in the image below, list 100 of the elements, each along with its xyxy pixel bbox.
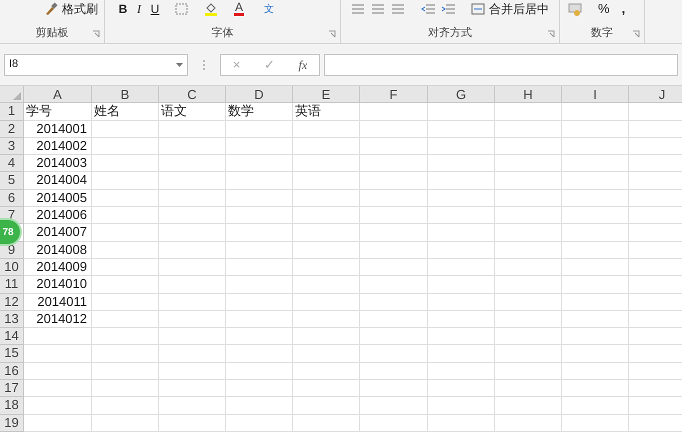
empty-cell — [562, 207, 629, 224]
column-header[interactable]: J — [629, 86, 682, 104]
merge-center-button[interactable]: 合并后居中 — [471, 0, 549, 18]
empty-cell — [495, 172, 562, 190]
empty-cell — [562, 242, 629, 259]
table-cell: 2014001 — [24, 120, 92, 138]
empty-cell — [360, 276, 428, 294]
row-header[interactable]: 2 — [0, 120, 24, 138]
empty-cell — [293, 380, 360, 398]
row-header[interactable]: 15 — [0, 345, 24, 363]
empty-cell — [159, 155, 226, 172]
row-header[interactable]: 19 — [0, 414, 24, 432]
empty-cell — [562, 276, 629, 294]
font-color-button[interactable]: A — [234, 2, 244, 16]
empty-cell — [159, 172, 226, 190]
empty-cell — [293, 120, 360, 138]
align-icon — [351, 3, 365, 15]
row-header[interactable]: 1 — [0, 103, 24, 121]
empty-cell — [360, 362, 428, 380]
empty-cell — [360, 224, 428, 242]
currency-icon — [568, 2, 582, 16]
column-header[interactable]: B — [92, 86, 159, 104]
column-header[interactable]: D — [226, 86, 293, 104]
table-cell: 2014003 — [24, 155, 92, 172]
row-header[interactable]: 4 — [0, 155, 24, 172]
row-header[interactable]: 10 — [0, 258, 24, 276]
empty-cell — [92, 207, 159, 224]
empty-cell — [293, 345, 360, 363]
empty-cell — [495, 103, 562, 121]
empty-cell — [226, 258, 293, 276]
row-header[interactable]: 5 — [0, 172, 24, 190]
phonetic-button[interactable]: 文 — [264, 2, 274, 16]
row-header[interactable]: 3 — [0, 138, 24, 156]
row-header[interactable]: 18 — [0, 397, 24, 415]
empty-cell — [428, 380, 495, 398]
empty-cell — [159, 310, 226, 328]
row-header[interactable]: 14 — [0, 328, 24, 346]
number-format-button[interactable] — [568, 2, 582, 16]
empty-cell — [495, 242, 562, 259]
percent-button[interactable]: % — [598, 0, 610, 19]
empty-cell — [92, 172, 159, 190]
row-header[interactable]: 13 — [0, 310, 24, 328]
comma-button[interactable]: , — [622, 0, 626, 19]
empty-cell — [293, 207, 360, 224]
empty-cell — [562, 414, 629, 432]
row-header[interactable]: 16 — [0, 362, 24, 380]
empty-cell — [226, 414, 293, 432]
cell-reference: I8 — [9, 57, 18, 72]
empty-cell — [226, 207, 293, 224]
column-header[interactable]: H — [495, 86, 562, 104]
empty-cell — [428, 120, 495, 138]
insert-function-button[interactable]: fx — [298, 56, 308, 74]
empty-cell — [428, 397, 495, 415]
column-header[interactable]: E — [293, 86, 360, 104]
underline-button[interactable]: U — [147, 0, 163, 18]
empty-cell — [159, 328, 226, 346]
empty-cell — [293, 190, 360, 208]
bold-button[interactable]: B — [115, 0, 131, 18]
fill-color-button[interactable] — [204, 2, 218, 16]
empty-cell — [360, 103, 428, 121]
empty-cell — [226, 190, 293, 208]
empty-cell — [226, 242, 293, 259]
empty-cell — [226, 345, 293, 363]
column-header[interactable]: A — [24, 86, 92, 104]
empty-cell — [360, 414, 428, 432]
empty-cell — [293, 310, 360, 328]
table-cell: 2014008 — [24, 242, 92, 259]
empty-cell — [226, 276, 293, 294]
row-header[interactable]: 12 — [0, 294, 24, 311]
row-header[interactable]: 6 — [0, 190, 24, 208]
italic-button[interactable]: I — [131, 0, 147, 18]
empty-cell — [293, 172, 360, 190]
merge-cells-icon — [471, 3, 485, 15]
column-header[interactable]: F — [360, 86, 428, 104]
empty-cell — [428, 310, 495, 328]
empty-cell — [428, 138, 495, 156]
table-cell: 2014007 — [24, 224, 92, 242]
column-header[interactable]: G — [428, 86, 495, 104]
empty-cell — [495, 328, 562, 346]
row-header[interactable]: 17 — [0, 380, 24, 398]
empty-cell — [293, 155, 360, 172]
dropdown-icon — [176, 62, 183, 66]
column-header[interactable]: I — [562, 86, 629, 104]
table-cell: 数学 — [226, 103, 293, 121]
empty-cell — [495, 190, 562, 208]
border-button[interactable] — [175, 3, 188, 15]
empty-cell — [428, 172, 495, 190]
format-painter-button[interactable]: 格式刷 — [44, 0, 98, 18]
empty-cell — [562, 120, 629, 138]
column-header[interactable]: C — [159, 86, 226, 104]
empty-cell — [159, 276, 226, 294]
empty-cell — [92, 414, 159, 432]
table-cell: 2014011 — [24, 294, 92, 311]
name-box[interactable]: I8 — [4, 54, 188, 76]
dialog-launcher-icon — [328, 30, 336, 38]
table-cell: 2014010 — [24, 276, 92, 294]
row-header[interactable]: 11 — [0, 276, 24, 294]
empty-cell — [562, 172, 629, 190]
table-cell: 英语 — [293, 103, 360, 121]
formula-input[interactable] — [324, 54, 678, 76]
